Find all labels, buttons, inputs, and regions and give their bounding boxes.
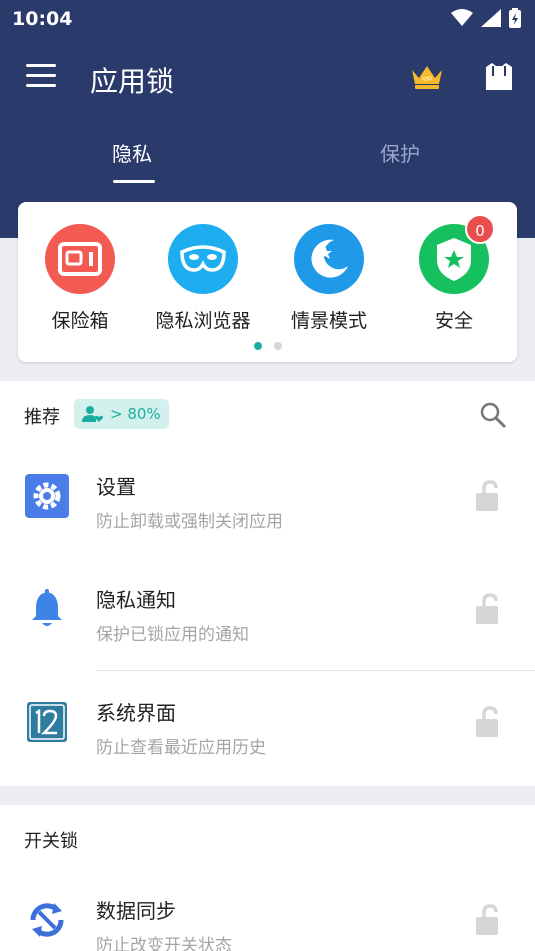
recent-apps-icon [27, 702, 67, 742]
item-subtitle: 防止卸载或强制关闭应用 [96, 512, 283, 532]
svg-text:VIP: VIP [422, 77, 432, 83]
feature-label: 情景模式 [290, 310, 367, 332]
feature-label: 隐私浏览器 [155, 310, 251, 332]
status-icons [451, 8, 521, 28]
switch-lock-section: 开关锁 数据同步 防止改变开关状态 [0, 805, 535, 951]
recommend-section: 推荐 > 80% 设置 防止卸载或强制关闭应用 隐私通知 保护已锁应用的通知 系… [0, 381, 535, 786]
menu-button[interactable] [26, 64, 56, 88]
item-subtitle: 防止改变开关状态 [96, 936, 232, 951]
section-title: 开关锁 [24, 831, 78, 852]
feature-label: 保险箱 [51, 310, 109, 332]
search-icon[interactable] [479, 401, 507, 429]
feature-safe-box[interactable]: 保险箱 [18, 224, 142, 333]
feature-scene-mode[interactable]: 情景模式 [267, 224, 391, 333]
list-item-system-ui[interactable]: 系统界面 防止查看最近应用历史 [0, 671, 535, 784]
sync-icon [30, 903, 64, 937]
carousel-dot-active [253, 342, 262, 350]
unlocked-icon[interactable] [474, 903, 502, 937]
app-title: 应用锁 [90, 65, 175, 98]
users-percent-pill: > 80% [74, 399, 169, 429]
theme-shirt-icon[interactable] [482, 60, 516, 94]
section-title: 推荐 [24, 407, 60, 428]
carousel-indicator [18, 342, 517, 350]
tab-privacy[interactable]: 隐私 [112, 138, 152, 167]
unlocked-icon[interactable] [474, 705, 502, 739]
list-item-privacy-notification[interactable]: 隐私通知 保护已锁应用的通知 [0, 558, 535, 671]
bell-icon [32, 589, 62, 626]
item-title: 数据同步 [96, 899, 176, 923]
item-subtitle: 防止查看最近应用历史 [96, 738, 266, 758]
signal-icon [481, 9, 501, 27]
recommend-header: 推荐 > 80% [0, 381, 535, 445]
battery-icon [509, 8, 521, 28]
status-bar: 10:04 [0, 0, 535, 36]
notification-badge: 0 [465, 214, 495, 244]
safe-box-icon [45, 224, 115, 294]
item-title: 隐私通知 [96, 588, 176, 612]
app-bar: 应用锁 VIP [0, 48, 535, 108]
item-subtitle: 保护已锁应用的通知 [96, 625, 249, 645]
tab-bar: 隐私 保护 [0, 128, 535, 188]
item-title: 系统界面 [96, 701, 176, 725]
status-time: 10:04 [12, 8, 73, 30]
mask-icon [168, 224, 238, 294]
item-title: 设置 [96, 475, 136, 499]
moon-star-icon [294, 224, 364, 294]
users-heart-icon [82, 406, 103, 422]
pill-text: > 80% [110, 405, 161, 423]
feature-private-browser[interactable]: 隐私浏览器 [141, 224, 265, 333]
wifi-icon [451, 9, 473, 26]
feature-card: 保险箱 隐私浏览器 情景模式 0 安全 [18, 202, 517, 362]
vip-crown-icon[interactable]: VIP [410, 64, 444, 90]
tab-protect[interactable]: 保护 [380, 138, 420, 167]
unlocked-icon[interactable] [474, 479, 502, 513]
feature-security[interactable]: 0 安全 [392, 214, 516, 333]
settings-gear-icon [25, 474, 69, 518]
feature-label: 安全 [434, 310, 473, 332]
shield-star-icon: 0 [419, 214, 495, 294]
unlocked-icon[interactable] [474, 592, 502, 626]
carousel-dot [273, 342, 282, 350]
list-item-settings[interactable]: 设置 防止卸载或强制关闭应用 [0, 445, 535, 558]
list-item-data-sync[interactable]: 数据同步 防止改变开关状态 [0, 869, 535, 951]
switch-lock-header: 开关锁 [0, 805, 535, 869]
tab-indicator [113, 180, 155, 183]
